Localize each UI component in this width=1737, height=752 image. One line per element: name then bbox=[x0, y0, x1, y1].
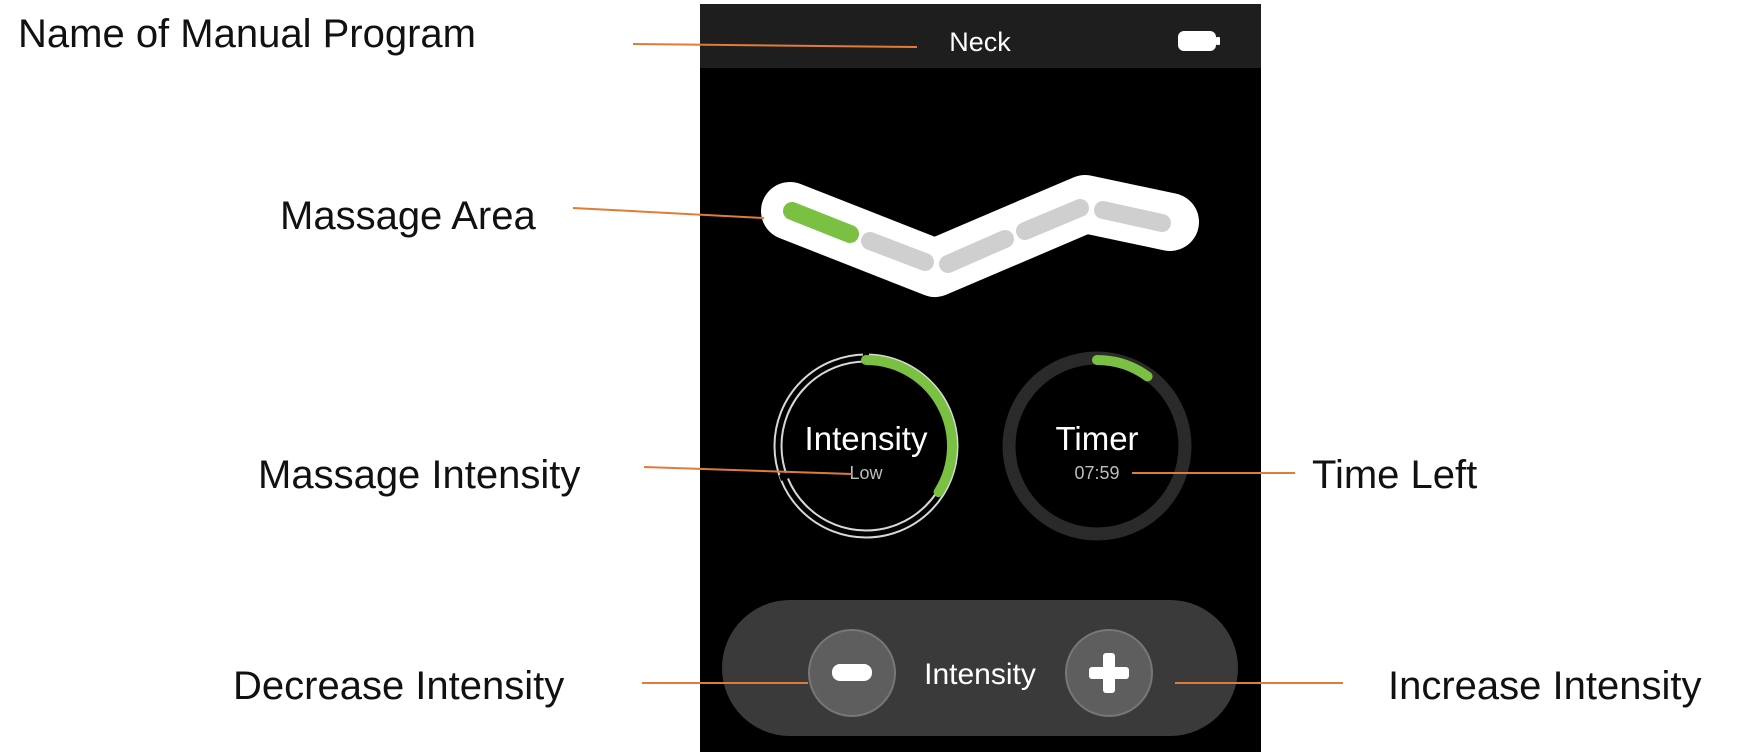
program-title: Neck bbox=[949, 27, 1011, 57]
massage-segment-5[interactable] bbox=[1094, 201, 1171, 232]
intensity-dial-value: Low bbox=[849, 463, 883, 483]
increase-intensity-button[interactable] bbox=[1065, 629, 1153, 717]
device-diagram: Neck Intensity Low Timer 07:59 Intensity bbox=[572, 4, 1343, 752]
timer-dial-title: Timer bbox=[1055, 420, 1138, 457]
intensity-dial-title: Intensity bbox=[805, 420, 928, 457]
controls-label: Intensity bbox=[924, 658, 1036, 691]
battery-icon bbox=[1178, 31, 1220, 51]
minus-icon bbox=[832, 664, 872, 681]
timer-dial-value: 07:59 bbox=[1074, 463, 1119, 483]
decrease-intensity-button[interactable] bbox=[808, 629, 896, 717]
